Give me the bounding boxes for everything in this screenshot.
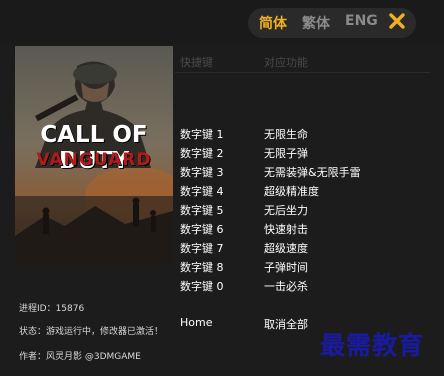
hotkey-row[interactable]: 数字键 8 子弹时间 [175,257,425,276]
header-function: 对应功能 [264,56,308,69]
lang-traditional-chinese[interactable]: 繁体 [302,13,330,33]
process-id-label: 进程ID：15876 [19,304,85,314]
hotkey-row[interactable]: 数字键 1 无限生命 [175,124,425,143]
hotkey-label: 数字键 7 [180,242,224,255]
function-label: 一击必杀 [264,280,308,293]
function-label: 超级速度 [264,242,308,255]
trainer-window: 简体 繁体 ENG CALL OF DUTY VANGUARD 进程ID：158… [0,0,444,376]
hotkey-label: 数字键 1 [180,128,224,141]
author-label: 作者：风灵月影 @3DMGAME [19,352,141,362]
lang-simplified-chinese[interactable]: 简体 [259,13,287,33]
header-hotkey: 快捷键 [180,56,213,69]
function-label: 快速射击 [264,223,308,236]
hotkey-label: 数字键 8 [180,261,224,274]
hotkey-label: 数字键 5 [180,204,224,217]
header-divider [175,72,430,73]
game-cover-art: CALL OF DUTY VANGUARD [15,46,173,264]
hotkey-label: 数字键 6 [180,223,224,236]
function-label: 超级精准度 [264,185,319,198]
hotkey-row[interactable]: 数字键 7 超级速度 [175,238,425,257]
hotkey-row[interactable]: 数字键 3 无需装弹&无限手雷 [175,162,425,181]
hotkey-label: 数字键 3 [180,166,224,179]
hotkey-row[interactable]: 数字键 6 快速射击 [175,219,425,238]
function-label: 子弹时间 [264,261,308,274]
watermark-text: 最需教育 [320,331,425,360]
function-label: 无限子弹 [264,147,308,160]
close-x-icon[interactable] [388,12,406,30]
hotkey-row[interactable]: 数字键 5 无后坐力 [175,200,425,219]
cover-subtitle: VANGUARD [36,150,152,170]
hotkey-row[interactable]: 数字键 0 一击必杀 [175,276,425,295]
lang-english[interactable]: ENG [345,13,378,29]
hotkey-label: Home [180,316,213,329]
function-label: 无限生命 [264,128,308,141]
function-label: 无后坐力 [264,204,308,217]
function-label: 取消全部 [264,318,308,331]
hotkey-row[interactable]: 数字键 4 超级精准度 [175,181,425,200]
hotkey-row[interactable]: 数字键 2 无限子弹 [175,143,425,162]
hotkey-label: 数字键 2 [180,147,224,160]
status-label: 状态：游戏运行中，修改器已激活！ [19,327,164,337]
function-label: 无需装弹&无限手雷 [264,166,361,179]
hotkey-label: 数字键 0 [180,280,224,293]
hotkey-label: 数字键 4 [180,185,224,198]
